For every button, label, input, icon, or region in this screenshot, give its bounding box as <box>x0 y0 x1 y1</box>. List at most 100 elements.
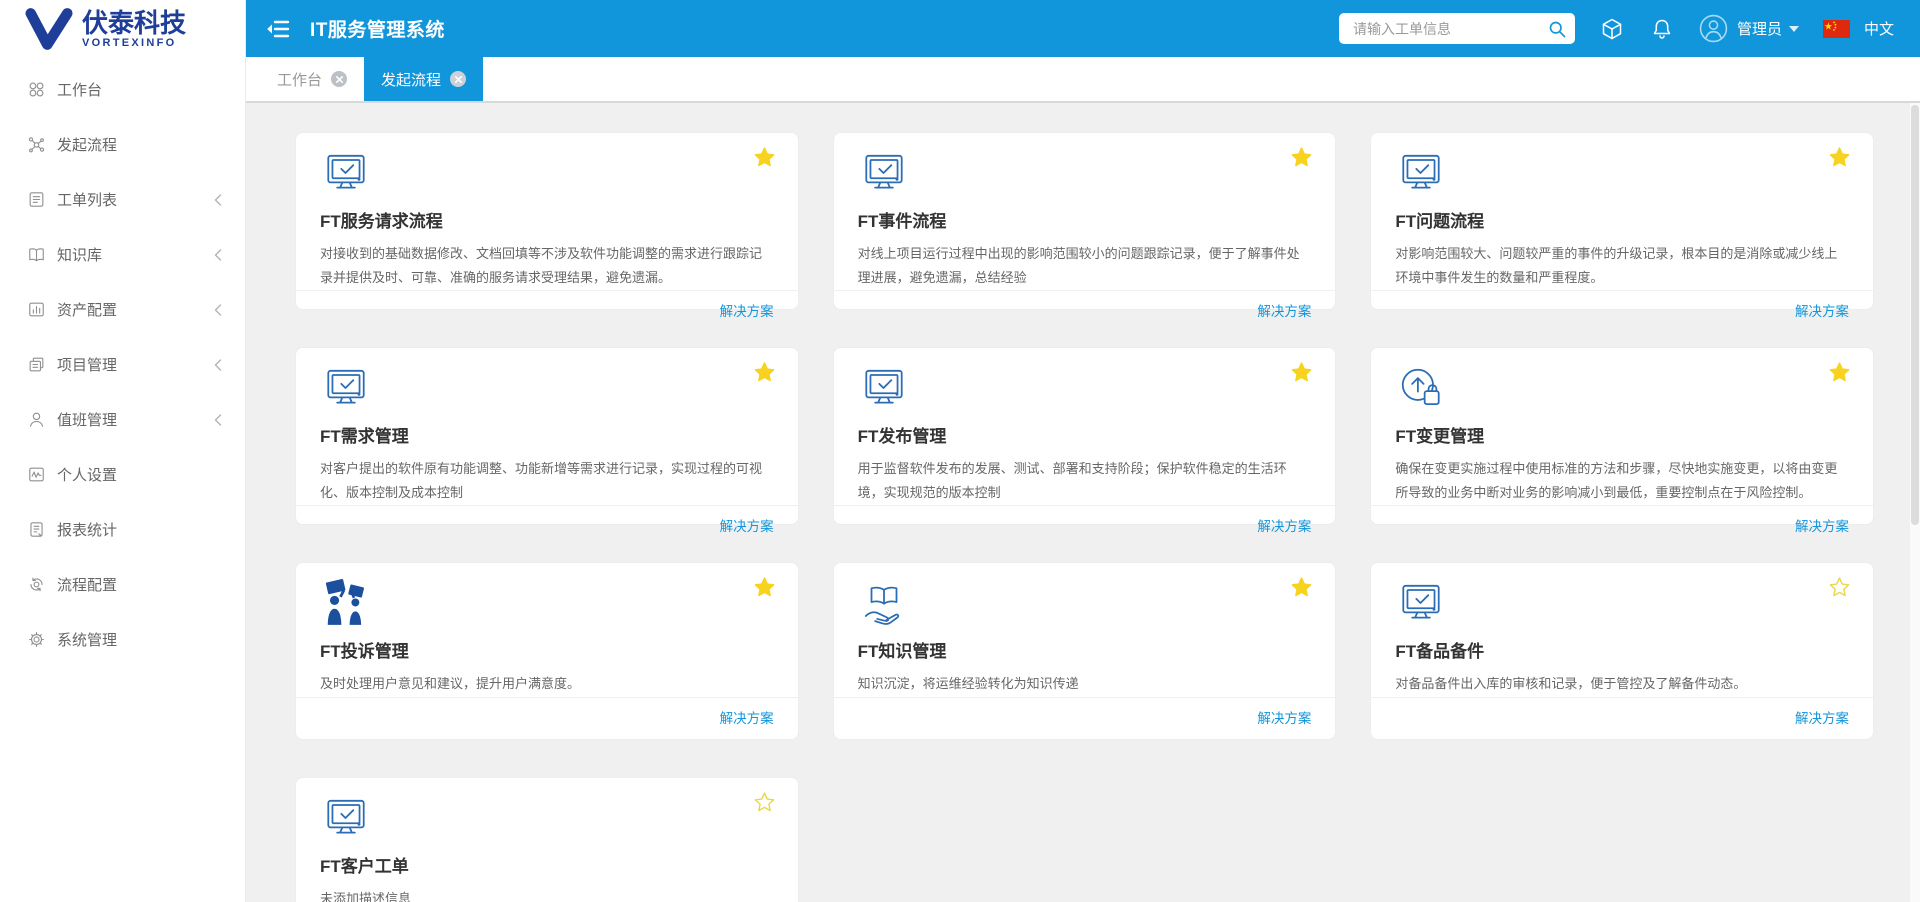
process-card[interactable]: FT客户工单 未添加描述信息 <box>295 777 799 902</box>
card-title: FT问题流程 <box>1395 207 1849 232</box>
avatar[interactable] <box>1699 14 1728 43</box>
sidebar-item-label: 个人设置 <box>57 464 223 485</box>
pulse-icon <box>27 465 46 484</box>
sidebar-item[interactable]: 系统管理 <box>0 612 245 667</box>
vortexinfo-logo-icon <box>22 6 76 52</box>
card-title: FT投诉管理 <box>320 637 774 662</box>
favorite-star-icon[interactable] <box>753 361 776 384</box>
grid-icon <box>27 80 46 99</box>
tab-label: 发起流程 <box>381 69 441 90</box>
monitor-check-icon <box>1395 578 1447 628</box>
sidebar-item[interactable]: 项目管理 <box>0 337 245 392</box>
sidebar-collapse-icon[interactable] <box>266 19 290 39</box>
scrollbar-thumb[interactable] <box>1911 105 1919 525</box>
process-card-grid: FT服务请求流程 对接收到的基础数据修改、文档回填等不涉及软件功能调整的需求进行… <box>295 132 1874 902</box>
scrollbar[interactable] <box>1910 103 1920 902</box>
process-card[interactable]: FT事件流程 对线上项目运行过程中出现的影响范围较小的问题跟踪记录，便于了解事件… <box>833 132 1337 310</box>
card-footer: 解决方案 <box>834 290 1336 332</box>
tab-label: 工作台 <box>277 69 322 90</box>
process-card[interactable]: FT发布管理 用于监督软件发布的发展、测试、部署和支持阶段；保护软件稳定的生活环… <box>833 347 1337 525</box>
favorite-star-icon[interactable] <box>753 146 776 169</box>
sidebar-item[interactable]: 资产配置 <box>0 282 245 337</box>
favorite-star-icon[interactable] <box>1828 576 1851 599</box>
card-footer: 解决方案 <box>296 290 798 332</box>
sidebar-item[interactable]: 知识库 <box>0 227 245 282</box>
chevron-left-icon <box>213 248 223 262</box>
sidebar-item[interactable]: 值班管理 <box>0 392 245 447</box>
process-card[interactable]: FT备品备件 对备品备件出入库的审核和记录，便于管控及了解备件动态。 解决方案 <box>1370 562 1874 740</box>
user-name[interactable]: 管理员 <box>1737 18 1782 39</box>
header-bar: IT服务管理系统 管理员 中文 <box>246 0 1920 57</box>
favorite-star-icon[interactable] <box>1290 361 1313 384</box>
brand-subtitle: VORTEXINFO <box>82 37 186 49</box>
search-input[interactable] <box>1351 20 1547 38</box>
solution-link[interactable]: 解决方案 <box>1257 304 1311 319</box>
favorite-star-icon[interactable] <box>753 576 776 599</box>
sidebar-item[interactable]: 报表统计 <box>0 502 245 557</box>
process-card[interactable]: FT服务请求流程 对接收到的基础数据修改、文档回填等不涉及软件功能调整的需求进行… <box>295 132 799 310</box>
sidebar-item-label: 资产配置 <box>57 299 213 320</box>
process-card[interactable]: FT知识管理 知识沉淀，将运维经验转化为知识传递 解决方案 <box>833 562 1337 740</box>
solution-link[interactable]: 解决方案 <box>720 519 774 534</box>
card-description: 未添加描述信息 <box>320 887 774 902</box>
box-icon[interactable] <box>1600 17 1624 41</box>
content-area: FT服务请求流程 对接收到的基础数据修改、文档回填等不涉及软件功能调整的需求进行… <box>246 103 1920 902</box>
favorite-star-icon[interactable] <box>753 791 776 814</box>
sidebar-item-label: 流程配置 <box>57 574 223 595</box>
tab[interactable]: 工作台 <box>260 57 364 101</box>
favorite-star-icon[interactable] <box>1828 146 1851 169</box>
card-footer: 解决方案 <box>296 697 798 739</box>
caret-down-icon[interactable] <box>1789 26 1799 32</box>
sidebar-item[interactable]: 工作台 <box>0 62 245 117</box>
card-title: FT变更管理 <box>1395 422 1849 447</box>
favorite-star-icon[interactable] <box>1290 576 1313 599</box>
china-flag-icon[interactable] <box>1823 20 1850 38</box>
bell-icon[interactable] <box>1650 17 1674 41</box>
sidebar-item[interactable]: 流程配置 <box>0 557 245 612</box>
tab[interactable]: 发起流程 <box>364 57 483 101</box>
brand-text: 伏泰科技 VORTEXINFO <box>82 10 186 49</box>
card-title: FT事件流程 <box>858 207 1312 232</box>
gear-sync-icon <box>27 575 46 594</box>
monitor-check-icon <box>1395 148 1447 198</box>
sidebar-item[interactable]: 发起流程 <box>0 117 245 172</box>
process-card[interactable]: FT变更管理 确保在变更实施过程中使用标准的方法和步骤，尽快地实施变更，以将由变… <box>1370 347 1874 525</box>
card-description: 对线上项目运行过程中出现的影响范围较小的问题跟踪记录，便于了解事件处理进展，避免… <box>858 242 1312 290</box>
app-window: 伏泰科技 VORTEXINFO 工作台 发起流程 <box>0 0 1920 902</box>
upload-bag-icon <box>1395 363 1447 413</box>
solution-link[interactable]: 解决方案 <box>1795 304 1849 319</box>
card-description: 知识沉淀，将运维经验转化为知识传递 <box>858 672 1312 696</box>
card-body: FT服务请求流程 对接收到的基础数据修改、文档回填等不涉及软件功能调整的需求进行… <box>296 133 798 290</box>
monitor-check-icon <box>858 363 910 413</box>
solution-link[interactable]: 解决方案 <box>1257 519 1311 534</box>
solution-link[interactable]: 解决方案 <box>1795 519 1849 534</box>
sidebar-item[interactable]: 工单列表 <box>0 172 245 227</box>
language-label[interactable]: 中文 <box>1864 18 1894 39</box>
solution-link[interactable]: 解决方案 <box>720 711 774 726</box>
monitor-check-icon <box>320 363 372 413</box>
solution-link[interactable]: 解决方案 <box>720 304 774 319</box>
chevron-left-icon <box>213 358 223 372</box>
sidebar-item-label: 工作台 <box>57 79 223 100</box>
close-icon[interactable] <box>450 71 466 87</box>
card-body: FT问题流程 对影响范围较大、问题较严重的事件的升级记录，根本目的是消除或减少线… <box>1371 133 1873 290</box>
card-body: FT投诉管理 及时处理用户意见和建议，提升用户满意度。 <box>296 563 798 697</box>
favorite-star-icon[interactable] <box>1828 361 1851 384</box>
sidebar-item-label: 值班管理 <box>57 409 213 430</box>
monitor-check-icon <box>320 148 372 198</box>
sidebar-item[interactable]: 个人设置 <box>0 447 245 502</box>
process-card[interactable]: FT问题流程 对影响范围较大、问题较严重的事件的升级记录，根本目的是消除或减少线… <box>1370 132 1874 310</box>
report-icon <box>27 520 46 539</box>
search-icon[interactable] <box>1547 19 1567 39</box>
process-card[interactable]: FT投诉管理 及时处理用户意见和建议，提升用户满意度。 解决方案 <box>295 562 799 740</box>
process-card[interactable]: FT需求管理 对客户提出的软件原有功能调整、功能新增等需求进行记录，实现过程的可… <box>295 347 799 525</box>
solution-link[interactable]: 解决方案 <box>1257 711 1311 726</box>
close-icon[interactable] <box>331 71 347 87</box>
sidebar-item-label: 报表统计 <box>57 519 223 540</box>
favorite-star-icon[interactable] <box>1290 146 1313 169</box>
card-description: 对接收到的基础数据修改、文档回填等不涉及软件功能调整的需求进行跟踪记录并提供及时… <box>320 242 774 290</box>
sidebar-item-label: 发起流程 <box>57 134 223 155</box>
tab-bar: 工作台 发起流程 <box>246 57 1920 103</box>
solution-link[interactable]: 解决方案 <box>1795 711 1849 726</box>
sidebar-item-label: 系统管理 <box>57 629 223 650</box>
